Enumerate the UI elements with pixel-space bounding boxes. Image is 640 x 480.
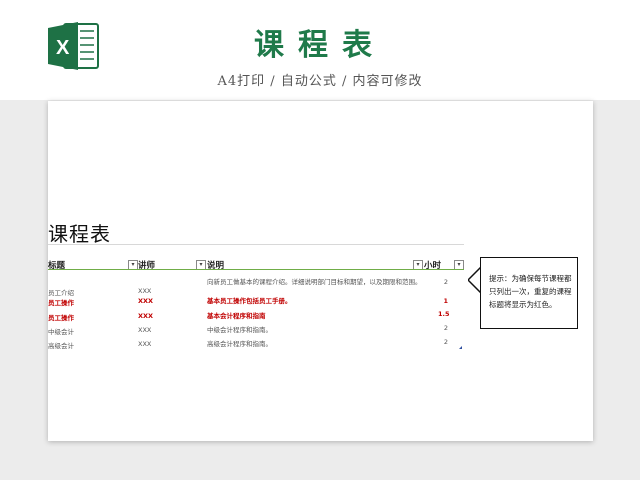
table-resize-handle[interactable]	[459, 346, 462, 349]
title-divider	[48, 244, 464, 245]
cell-hours: 2	[443, 278, 448, 286]
cell-teacher: XXX	[138, 297, 154, 305]
table-row[interactable]: 员工介绍 XXX 向新员工做基本的课程介绍。详细说明部门目标和期望，以及期限和范…	[48, 278, 464, 297]
tip-callout: 提示：为确保每节课程都只列出一次，重复的课程标题将显示为红色。	[480, 257, 578, 329]
cell-hours: 2	[443, 338, 448, 346]
cell-hours: 2	[443, 324, 448, 332]
cell-hours: 1	[443, 297, 448, 305]
sheet-title: 课程表	[48, 222, 111, 246]
cell-title: 中级会计	[48, 328, 74, 336]
table-row[interactable]: 员工操作 XXX 基本员工操作包括员工手册。 1	[48, 297, 464, 311]
table-row[interactable]: 高级会计 XXX 高级会计程序和指南。 2	[48, 338, 464, 354]
cell-title: 员工操作	[48, 314, 74, 322]
header-bar: X 课程表 A4打印 / 自动公式 / 内容可修改	[0, 0, 640, 100]
cell-teacher: XXX	[138, 312, 154, 320]
cell-desc: 向新员工做基本的课程介绍。详细说明部门目标和期望，以及期限和范围。	[207, 278, 422, 286]
cell-hours: 1.5	[438, 310, 450, 318]
cell-desc: 基本员工操作包括员工手册。	[207, 297, 292, 305]
cell-title: 员工操作	[48, 299, 74, 307]
worksheet: 课程表 标题 ▾ 讲师 ▾ 说明 ▾ 小时 ▾ 员工介绍 XXX 向新员工做基本…	[48, 101, 593, 441]
table-row[interactable]: 员工操作 XXX 基本会计程序和指南 1.5	[48, 310, 464, 326]
cell-teacher: XXX	[138, 326, 152, 334]
header-underline	[48, 269, 464, 270]
cell-desc: 中级会计程序和指南。	[207, 326, 272, 334]
page-subtitle: A4打印 / 自动公式 / 内容可修改	[217, 74, 423, 89]
cell-desc: 高级会计程序和指南。	[207, 340, 272, 348]
page-title: 课程表	[254, 28, 386, 63]
cell-teacher: XXX	[138, 287, 152, 295]
table-row[interactable]: 中级会计 XXX 中级会计程序和指南。 2	[48, 324, 464, 340]
cell-teacher: XXX	[138, 340, 152, 348]
cell-title: 员工介绍	[48, 289, 74, 297]
cell-desc: 基本会计程序和指南	[207, 312, 266, 320]
cell-title: 高级会计	[48, 342, 74, 350]
